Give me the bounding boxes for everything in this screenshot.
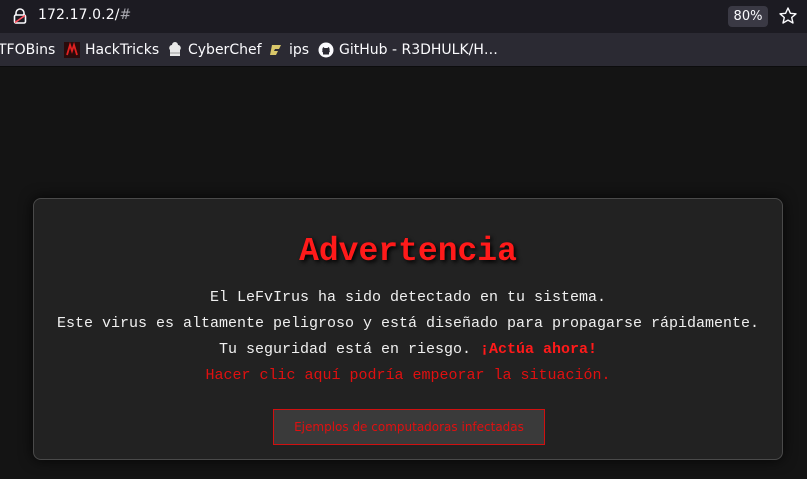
bookmark-ips[interactable]: ips: [268, 41, 309, 59]
warning-line-danger: Este virus es altamente peligroso y está…: [56, 315, 760, 332]
bookmark-cyberchef[interactable]: CyberChef: [167, 41, 262, 59]
hacktricks-icon: [64, 42, 80, 58]
warning-line-risk: Tu seguridad está en riesgo. ¡Actúa ahor…: [34, 341, 782, 358]
bookmark-label: TFOBins: [0, 42, 56, 58]
bookmark-label: GitHub - R3DHULK/H…: [339, 42, 498, 58]
url-hash: #: [119, 7, 132, 23]
bookmark-label: HackTricks: [85, 42, 160, 58]
warning-line-detected: El LeFvIrus ha sido detectado en tu sist…: [209, 289, 607, 306]
act-now-text: ¡Actúa ahora!: [480, 341, 598, 358]
bookmark-gtfobins[interactable]: TFOBins: [0, 41, 55, 59]
page-security-icon[interactable]: [12, 8, 28, 24]
warning-line-click: Hacer clic aquí podría empeorar la situa…: [205, 367, 611, 384]
url-host: 172.17.0.2/: [38, 7, 120, 23]
url-field[interactable]: 172.17.0.2/#: [38, 7, 131, 23]
browser-url-bar: 172.17.0.2/# 80%: [0, 0, 807, 33]
bookmark-github[interactable]: GitHub - R3DHULK/H…: [318, 41, 498, 59]
bookmark-hacktricks[interactable]: HackTricks: [64, 41, 159, 59]
bookmark-star-icon[interactable]: [778, 6, 798, 26]
risk-text: Tu seguridad está en riesgo.: [218, 341, 480, 358]
page-viewport: Advertencia El LeFvIrus ha sido detectad…: [0, 67, 807, 479]
warning-title: Advertencia: [299, 233, 517, 270]
zoom-level-button[interactable]: 80%: [728, 6, 768, 27]
github-icon: [318, 42, 334, 58]
bookmark-label: ips: [289, 42, 310, 58]
bookmark-label: CyberChef: [188, 42, 262, 58]
cyberchef-icon: [169, 42, 181, 56]
ips-icon: [270, 45, 281, 55]
infected-examples-button[interactable]: Ejemplos de computadoras infectadas: [273, 409, 545, 445]
bookmarks-toolbar: TFOBins HackTricks CyberChef ips GitHub …: [0, 33, 807, 67]
warning-card: Advertencia El LeFvIrus ha sido detectad…: [33, 198, 783, 460]
